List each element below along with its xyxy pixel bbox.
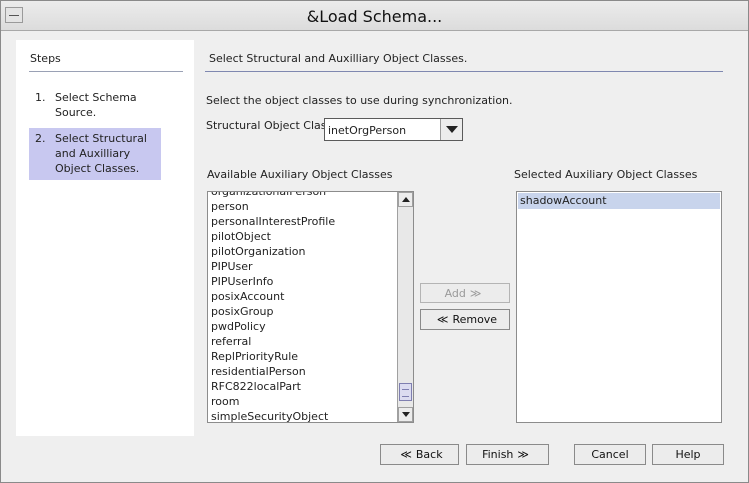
list-item[interactable]: pilotOrganization xyxy=(208,244,397,259)
title-bar: &Load Schema... xyxy=(1,1,748,31)
scroll-up-icon[interactable] xyxy=(398,192,413,207)
load-schema-dialog: &Load Schema... Steps 1. Select Schema S… xyxy=(0,0,749,483)
list-item[interactable]: personalInterestProfile xyxy=(208,214,397,229)
back-button-label: Back xyxy=(415,448,443,461)
cancel-button-label: Cancel xyxy=(591,448,629,461)
chevron-right-icon: ≫ xyxy=(469,286,482,300)
list-item[interactable]: pilotObject xyxy=(208,229,397,244)
instruction-text: Select the object classes to use during … xyxy=(206,94,513,107)
step-select-schema-source: 1. Select Schema Source. xyxy=(29,87,161,124)
list-item[interactable]: residentialPerson xyxy=(208,364,397,379)
structural-class-combobox[interactable]: inetOrgPerson xyxy=(324,118,463,141)
scrollbar-thumb[interactable] xyxy=(399,383,412,401)
page-title: Select Structural and Auxilliary Object … xyxy=(209,52,468,65)
list-item[interactable]: room xyxy=(208,394,397,409)
remove-button-label: Remove xyxy=(452,313,498,326)
available-classes-list[interactable]: organizationalPerson person personalIntere… xyxy=(207,191,414,423)
help-button-label: Help xyxy=(675,448,701,461)
list-item[interactable]: referral xyxy=(208,334,397,349)
list-item[interactable]: person xyxy=(208,199,397,214)
step-number: 1. xyxy=(35,91,46,104)
available-classes-label: Available Auxiliary Object Classes xyxy=(207,168,393,181)
structural-class-value: inetOrgPerson xyxy=(328,124,407,137)
chevron-left-icon: ≪ xyxy=(436,313,449,326)
step-number: 2. xyxy=(35,132,46,145)
add-button[interactable]: Add ≫ xyxy=(420,283,510,303)
step-select-object-classes: 2. Select Structural and Auxilliary Obje… xyxy=(29,128,161,180)
finish-button-label: Finish xyxy=(482,448,514,461)
chevron-left-icon: ≪ xyxy=(400,448,412,461)
help-button[interactable]: Help xyxy=(652,444,724,465)
list-item[interactable]: RFC822localPart xyxy=(208,379,397,394)
chevron-down-icon[interactable] xyxy=(440,119,462,140)
remove-button[interactable]: ≪ Remove xyxy=(420,309,510,330)
list-item[interactable]: posixGroup xyxy=(208,304,397,319)
steps-title: Steps xyxy=(30,52,61,65)
list-item[interactable]: shadowAccount xyxy=(518,193,720,209)
scroll-down-icon[interactable] xyxy=(398,407,413,422)
list-item[interactable]: posixAccount xyxy=(208,289,397,304)
cancel-button[interactable]: Cancel xyxy=(574,444,646,465)
selected-classes-list[interactable]: shadowAccount xyxy=(516,191,722,423)
list-item[interactable]: simpleSecurityObject xyxy=(208,409,397,422)
back-button[interactable]: ≪ Back xyxy=(380,444,459,465)
vertical-scrollbar[interactable] xyxy=(397,192,413,422)
available-classes-items: organizationalPerson person personalIntere… xyxy=(208,192,397,422)
steps-divider xyxy=(29,71,183,72)
add-button-label: Add xyxy=(444,286,466,300)
selected-classes-label: Selected Auxiliary Object Classes xyxy=(514,168,698,181)
list-item[interactable]: pwdPolicy xyxy=(208,319,397,334)
window-title: &Load Schema... xyxy=(306,7,443,26)
step-label: Select Schema Source. xyxy=(55,91,137,119)
chevron-right-icon: ≫ xyxy=(517,448,529,461)
step-label: Select Structural and Auxilliary Object … xyxy=(55,132,147,175)
title-divider xyxy=(205,71,723,72)
steps-panel: Steps 1. Select Schema Source. 2. Select… xyxy=(16,40,194,436)
list-item[interactable]: ReplPriorityRule xyxy=(208,349,397,364)
structural-class-label: Structural Object Class : xyxy=(206,119,340,132)
list-item[interactable]: PIPUserInfo xyxy=(208,274,397,289)
list-item[interactable]: PIPUser xyxy=(208,259,397,274)
list-item[interactable]: organizationalPerson xyxy=(208,192,397,199)
finish-button[interactable]: Finish ≫ xyxy=(466,444,549,465)
